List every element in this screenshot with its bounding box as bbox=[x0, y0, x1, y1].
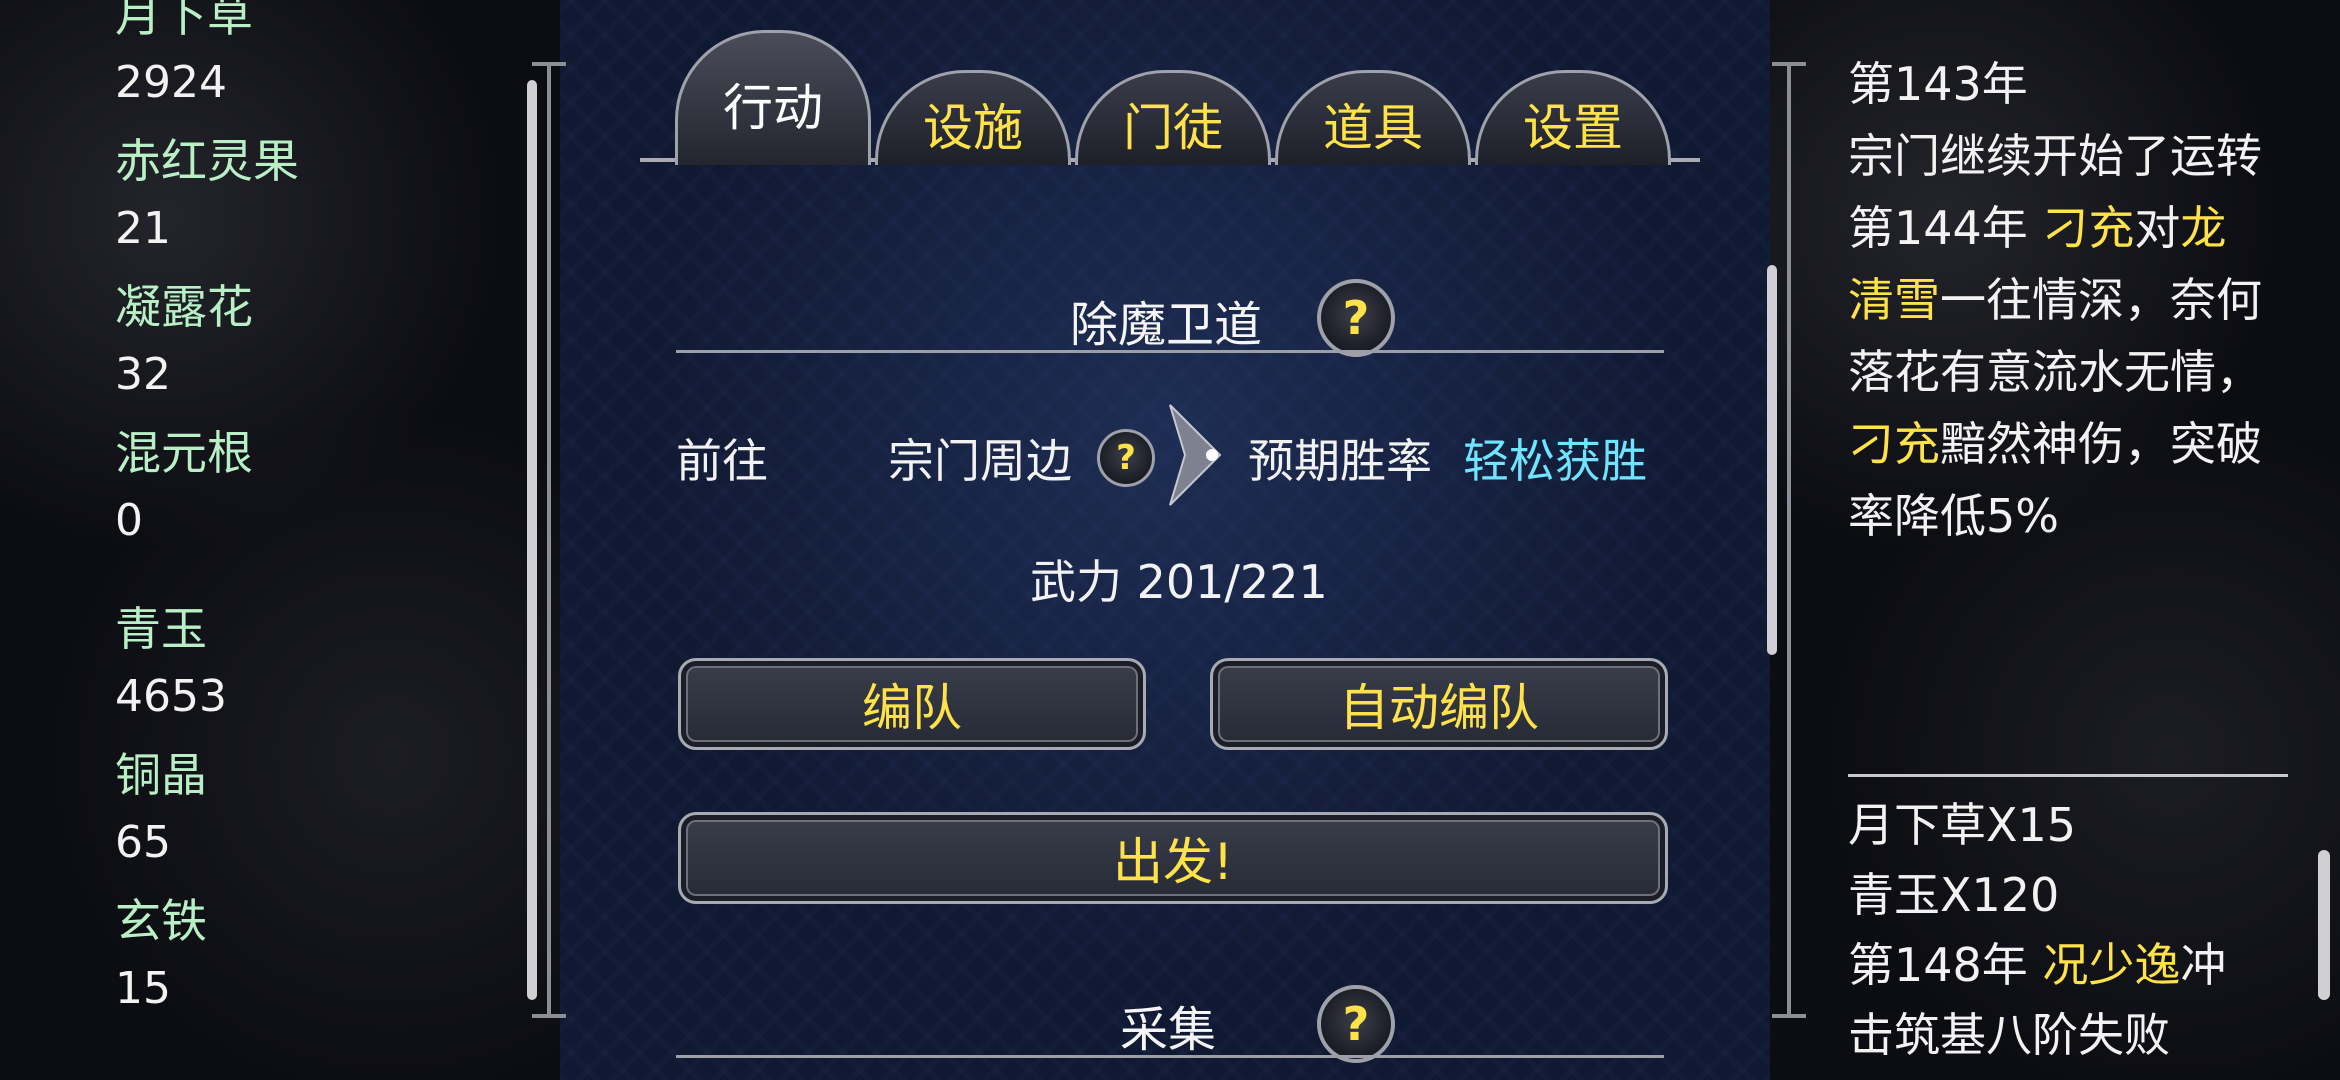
resource-value: 32 bbox=[115, 349, 171, 400]
log-segment: 第143年 bbox=[1848, 57, 2028, 111]
tab-label: 行动 bbox=[723, 79, 823, 137]
resource-item: 赤红灵果 21 bbox=[115, 126, 515, 272]
tab-bar: 行动 设施 门徒 道具 设置 bbox=[640, 10, 1700, 170]
tab-items[interactable]: 道具 bbox=[1275, 70, 1471, 165]
log-segment: 对 bbox=[2134, 201, 2181, 255]
gather-help-icon[interactable]: ? bbox=[1317, 985, 1395, 1063]
resource-name: 青玉 bbox=[115, 602, 207, 656]
log-segment: 青玉X120 bbox=[1848, 868, 2060, 922]
goto-label: 前往 bbox=[676, 434, 768, 488]
resource-name: 混元根 bbox=[115, 426, 253, 480]
main-scrollbar-thumb[interactable] bbox=[1767, 265, 1777, 655]
resource-value: 21 bbox=[115, 203, 171, 254]
resource-item: 混元根 0 bbox=[115, 418, 515, 564]
log-segment: 宗门继续开始了运转 bbox=[1848, 129, 2262, 183]
resource-value: 65 bbox=[115, 817, 171, 868]
depart-button[interactable]: 出发! bbox=[678, 812, 1668, 904]
location-help-icon[interactable]: ? bbox=[1097, 429, 1155, 487]
tab-facilities[interactable]: 设施 bbox=[875, 70, 1071, 165]
team-button[interactable]: 编队 bbox=[678, 658, 1146, 750]
tab-label: 设施 bbox=[923, 99, 1023, 157]
resource-name: 铜晶 bbox=[115, 748, 207, 802]
log-segment: 况少逸 bbox=[2042, 938, 2181, 992]
mission-title: 除魔卫道 bbox=[1070, 297, 1263, 353]
resource-name: 月下草 bbox=[115, 0, 253, 42]
log-segment: 月下草X15 bbox=[1848, 798, 2077, 852]
log-scrollbar-thumb[interactable] bbox=[2318, 850, 2330, 1000]
middle-rail-bottom-cap bbox=[1772, 1014, 1806, 1018]
win-rate-value: 轻松获胜 bbox=[1463, 434, 1647, 488]
tab-label: 设置 bbox=[1523, 99, 1623, 157]
gather-title: 采集 bbox=[1120, 1002, 1217, 1058]
power-readout: 武力 201/221 bbox=[1030, 555, 1328, 609]
location-arrow-icon[interactable] bbox=[1165, 400, 1225, 510]
resource-list[interactable]: 月下草 2924 赤红灵果 21 凝露花 32 混元根 0 青玉 4653 铜晶… bbox=[115, 0, 515, 1032]
resource-name: 凝露花 bbox=[115, 280, 253, 334]
tab-label: 道具 bbox=[1323, 99, 1423, 157]
resource-item: 铜晶 65 bbox=[115, 740, 515, 886]
tab-action[interactable]: 行动 bbox=[675, 30, 871, 165]
resource-item: 月下草 2924 bbox=[115, 0, 515, 126]
team-button-label: 编队 bbox=[862, 679, 962, 737]
log-segment: 刁充 bbox=[1848, 417, 1940, 471]
event-log-recent[interactable]: 月下草X15 青玉X120 第148年 况少逸冲击筑基八阶失败 bbox=[1848, 790, 2268, 1070]
resource-value: 4653 bbox=[115, 671, 227, 722]
log-entry: 第143年 bbox=[1848, 48, 2268, 120]
log-segment: 第144年 bbox=[1848, 201, 2043, 255]
resource-name: 赤红灵果 bbox=[115, 134, 299, 188]
left-rail-bottom-cap bbox=[532, 1014, 566, 1018]
event-log-divider bbox=[1848, 774, 2288, 777]
win-rate-label: 预期胜率 bbox=[1248, 434, 1432, 488]
auto-team-button-label: 自动编队 bbox=[1339, 679, 1539, 737]
left-scroll-rail bbox=[547, 62, 551, 1018]
resource-item: 玄铁 15 bbox=[115, 886, 515, 1032]
log-segment: 刁充 bbox=[2042, 201, 2135, 255]
log-entry: 第148年 况少逸冲击筑基八阶失败 bbox=[1848, 930, 2268, 1070]
gather-divider bbox=[676, 1055, 1664, 1058]
log-entry: 第144年 刁充对龙清雪一往情深，奈何落花有意流水无情，刁充黯然神伤，突破率降低… bbox=[1848, 192, 2268, 552]
left-scrollbar-thumb[interactable] bbox=[527, 80, 537, 1000]
tab-label: 门徒 bbox=[1123, 99, 1223, 157]
event-log-cutoff: ▂▃ ▃▂▃▂ bbox=[1848, 750, 2045, 772]
resource-value: 2924 bbox=[115, 57, 227, 108]
location-name[interactable]: 宗门周边 bbox=[888, 425, 1072, 491]
log-entry: 月下草X15 bbox=[1848, 790, 2268, 860]
tab-disciples[interactable]: 门徒 bbox=[1075, 70, 1271, 165]
resource-value: 0 bbox=[115, 495, 143, 546]
auto-team-button[interactable]: 自动编队 bbox=[1210, 658, 1668, 750]
event-log[interactable]: 第143年宗门继续开始了运转第144年 刁充对龙清雪一往情深，奈何落花有意流水无… bbox=[1848, 48, 2268, 552]
log-segment: 第148年 bbox=[1848, 938, 2043, 992]
resource-name: 玄铁 bbox=[115, 894, 207, 948]
resource-value: 15 bbox=[115, 963, 171, 1014]
resource-item: 凝露花 32 bbox=[115, 272, 515, 418]
tab-settings[interactable]: 设置 bbox=[1475, 70, 1671, 165]
mission-help-icon[interactable]: ? bbox=[1317, 279, 1395, 357]
resource-item: 青玉 4653 bbox=[115, 594, 515, 740]
mission-divider bbox=[676, 350, 1664, 353]
resource-group-gap bbox=[115, 564, 515, 594]
log-entry: 宗门继续开始了运转 bbox=[1848, 120, 2268, 192]
middle-scroll-rail bbox=[1787, 62, 1791, 1018]
depart-button-label: 出发! bbox=[1112, 833, 1234, 891]
log-entry: 青玉X120 bbox=[1848, 860, 2268, 930]
